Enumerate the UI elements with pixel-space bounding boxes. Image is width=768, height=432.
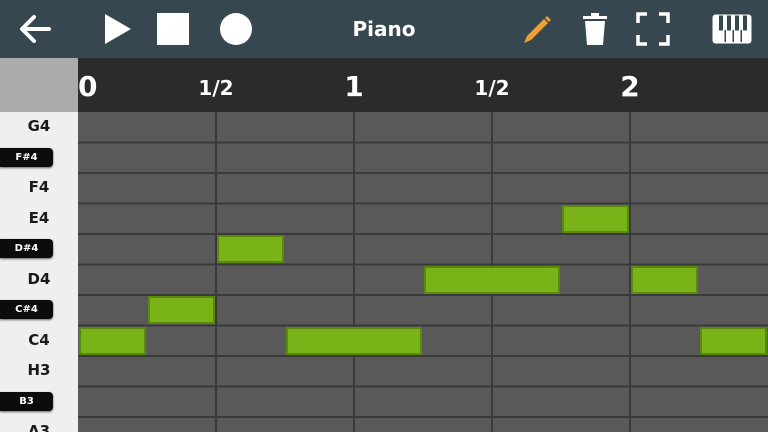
key-label: A3 xyxy=(27,422,51,432)
grid-row-line xyxy=(78,172,768,174)
trash-icon xyxy=(583,13,607,45)
key-label: G4 xyxy=(27,117,51,135)
record-button[interactable] xyxy=(213,0,259,58)
play-icon xyxy=(105,14,131,44)
page-title: Piano xyxy=(352,17,416,41)
note-c4[interactable] xyxy=(79,326,146,355)
piano-keyboard-icon xyxy=(712,14,752,44)
key-label: F4 xyxy=(28,178,50,196)
grid-row-line xyxy=(78,233,768,235)
note-csharp4[interactable] xyxy=(148,296,215,324)
timeline-ruler[interactable]: 0 1/2 1 1/2 2 xyxy=(78,58,768,112)
key-label: H3 xyxy=(27,361,51,379)
key-row[interactable]: A3 xyxy=(0,417,78,432)
toolbar: Piano xyxy=(0,0,768,58)
key-row[interactable]: D4 xyxy=(0,265,78,296)
note-c4[interactable] xyxy=(286,326,422,355)
edit-button[interactable] xyxy=(514,0,560,58)
key-row[interactable]: C4 xyxy=(0,326,78,357)
note-grid[interactable] xyxy=(78,112,768,432)
stop-icon xyxy=(157,13,189,45)
pencil-icon xyxy=(524,16,551,43)
key-label: D#4 xyxy=(0,239,53,258)
grid-row-line xyxy=(78,385,768,388)
instrument-button[interactable] xyxy=(706,0,758,58)
grid-row-line xyxy=(78,355,768,357)
key-row[interactable]: G4 xyxy=(0,112,78,143)
grid-row-line xyxy=(78,416,768,418)
grid-column-line xyxy=(215,112,217,432)
grid-column-line xyxy=(353,112,355,432)
ruler-corner xyxy=(0,58,78,112)
ruler-label: 1 xyxy=(344,70,364,103)
record-icon xyxy=(220,13,252,45)
key-label: B3 xyxy=(0,391,53,411)
grid-row-line xyxy=(78,324,768,327)
piano-keys: G4 F#4 F4 E4 D#4 D4 C#4 C4 H3 B3 A3 xyxy=(0,112,78,432)
ruler-label: 0 xyxy=(78,70,98,103)
grid-row-line xyxy=(78,202,768,205)
delete-button[interactable] xyxy=(572,0,618,58)
fullscreen-icon xyxy=(636,12,670,46)
key-label: C#4 xyxy=(0,300,53,319)
stop-button[interactable] xyxy=(150,0,196,58)
note-d4[interactable] xyxy=(631,265,698,294)
fullscreen-button[interactable] xyxy=(630,0,676,58)
key-row[interactable]: B3 xyxy=(0,387,78,418)
note-dsharp4[interactable] xyxy=(217,235,284,263)
note-d4[interactable] xyxy=(424,265,560,294)
key-label: F#4 xyxy=(0,147,53,167)
key-row[interactable]: D#4 xyxy=(0,234,78,265)
ruler-label: 1/2 xyxy=(474,76,510,100)
key-label: E4 xyxy=(28,208,50,227)
key-row[interactable]: F#4 xyxy=(0,143,78,174)
key-row[interactable]: E4 xyxy=(0,204,78,235)
back-button[interactable] xyxy=(12,0,58,58)
note-e4[interactable] xyxy=(562,204,629,233)
grid-row-line xyxy=(78,141,768,144)
key-row[interactable]: H3 xyxy=(0,356,78,387)
note-c4[interactable] xyxy=(700,326,767,355)
key-label: C4 xyxy=(28,330,50,349)
key-row[interactable]: F4 xyxy=(0,173,78,204)
play-button[interactable] xyxy=(94,0,140,58)
key-label: D4 xyxy=(27,269,51,288)
back-arrow-icon xyxy=(20,15,51,43)
key-row[interactable]: C#4 xyxy=(0,295,78,326)
ruler-label: 1/2 xyxy=(198,76,234,100)
ruler-label: 2 xyxy=(620,70,640,103)
